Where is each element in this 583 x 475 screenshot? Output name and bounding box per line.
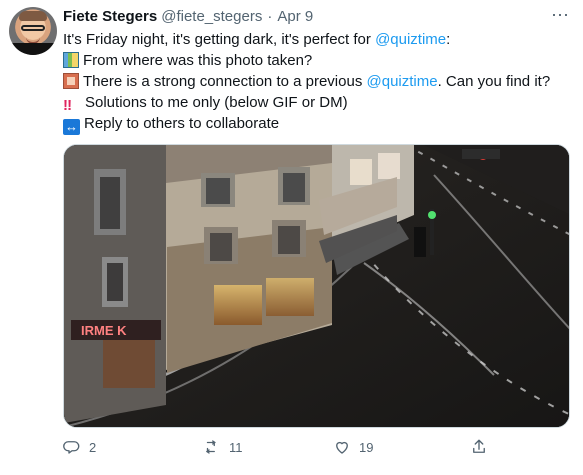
night-street-photo-icon: IRME K bbox=[64, 145, 569, 427]
separator-dot: · bbox=[267, 7, 273, 25]
tweet-header: Fiete Stegers @fiete_stegers · Apr 9 bbox=[63, 6, 313, 26]
retweet-count: 11 bbox=[229, 439, 243, 455]
tweet-line-2: From where was this photo taken? bbox=[63, 50, 573, 71]
tweet[interactable]: Fiete Stegers @fiete_stegers · Apr 9 ⋯ I… bbox=[0, 0, 583, 475]
like-button[interactable]: 19 bbox=[333, 438, 373, 456]
tweet-line-4: ‼ Solutions to me only (below GIF or DM) bbox=[63, 92, 573, 114]
tweet-line-1-end: : bbox=[446, 31, 451, 48]
author-name[interactable]: Fiete Stegers bbox=[63, 8, 157, 25]
reply-icon bbox=[63, 441, 80, 454]
retweet-button[interactable]: 11 bbox=[203, 438, 243, 456]
tweet-text: It's Friday night, it's getting dark, it… bbox=[63, 29, 573, 135]
more-options-icon[interactable]: ⋯ bbox=[550, 6, 570, 26]
tweet-actions: 2 11 19 bbox=[63, 436, 573, 462]
tweet-date[interactable]: Apr 9 bbox=[277, 8, 313, 25]
tweet-line-3-end: . Can you find it? bbox=[437, 73, 551, 90]
shop-sign: IRME K bbox=[81, 323, 127, 338]
mention-quiztime-1[interactable]: @quiztime bbox=[375, 31, 446, 48]
share-button[interactable] bbox=[470, 438, 488, 456]
like-count: 19 bbox=[359, 439, 374, 455]
author-handle[interactable]: @fiete_stegers bbox=[161, 8, 262, 25]
retweet-icon bbox=[206, 440, 216, 454]
share-icon bbox=[473, 439, 485, 453]
tweet-line-2-text: From where was this photo taken? bbox=[83, 52, 313, 69]
tweet-line-1-text: It's Friday night, it's getting dark, it… bbox=[63, 31, 376, 48]
avatar-glasses bbox=[21, 25, 45, 31]
avatar-shirt bbox=[9, 43, 57, 55]
tweet-line-4-text: Solutions to me only (below GIF or DM) bbox=[85, 94, 348, 111]
tweet-line-3-text: There is a strong connection to a previo… bbox=[83, 73, 367, 90]
reply-button[interactable]: 2 bbox=[63, 438, 96, 456]
left-right-arrow-icon: ↔ bbox=[63, 119, 80, 135]
tweet-line-5-text: Reply to others to collaborate bbox=[84, 115, 280, 132]
tweet-photo[interactable]: IRME K bbox=[63, 144, 570, 428]
reply-count: 2 bbox=[89, 439, 97, 455]
avatar-hair bbox=[19, 11, 47, 21]
double-exclamation-icon: ‼ bbox=[63, 97, 73, 114]
avatar[interactable] bbox=[9, 7, 57, 55]
world-map-icon bbox=[63, 52, 79, 68]
tweet-line-5: ↔ Reply to others to collaborate bbox=[63, 113, 573, 135]
tweet-line-1: It's Friday night, it's getting dark, it… bbox=[63, 29, 573, 50]
mention-quiztime-2[interactable]: @quiztime bbox=[367, 73, 438, 90]
tweet-line-3: There is a strong connection to a previo… bbox=[63, 71, 573, 92]
heart-icon bbox=[336, 441, 348, 454]
book-icon bbox=[63, 73, 79, 89]
